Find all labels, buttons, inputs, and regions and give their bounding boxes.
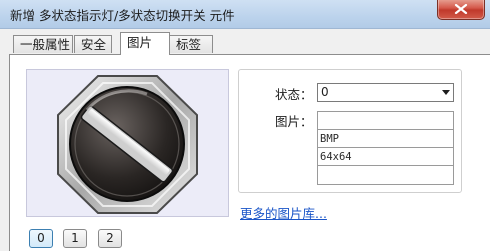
chevron-down-icon	[442, 90, 450, 95]
tab-label[interactable]: 标签	[169, 35, 213, 53]
state-button-0[interactable]: 0	[29, 229, 53, 248]
picture-label: 图片：	[275, 114, 313, 129]
picture-info-box: BMP 64x64	[317, 111, 454, 185]
tab-security-label: 安全	[81, 37, 107, 52]
state-button-2[interactable]: 2	[98, 229, 122, 248]
tab-picture[interactable]: 图片	[120, 32, 170, 55]
state-select-value: 0	[321, 85, 329, 99]
state-select[interactable]: 0	[317, 83, 454, 102]
window-title: 新增 多状态指示灯/多状态切换开关 元件	[10, 8, 235, 23]
tab-security[interactable]: 安全	[74, 35, 112, 53]
rotary-switch-icon	[57, 75, 198, 214]
picture-info-extra	[318, 166, 453, 184]
picture-info-name	[318, 112, 453, 130]
tab-picture-label: 图片	[127, 35, 153, 50]
picture-preview	[26, 69, 229, 217]
tab-general[interactable]: 一般属性	[13, 35, 73, 53]
close-icon	[454, 4, 468, 14]
tab-general-label: 一般属性	[20, 37, 71, 52]
state-label: 状态：	[275, 87, 313, 102]
state-button-1[interactable]: 1	[63, 229, 87, 248]
picture-info-size: 64x64	[318, 148, 453, 166]
more-pictures-link[interactable]: 更多的图片库...	[240, 203, 327, 222]
close-button[interactable]	[437, 0, 485, 20]
tab-label-label: 标签	[176, 37, 202, 52]
picture-info-format: BMP	[318, 130, 453, 148]
title-bar[interactable]: 新增 多状态指示灯/多状态切换开关 元件	[0, 0, 490, 29]
